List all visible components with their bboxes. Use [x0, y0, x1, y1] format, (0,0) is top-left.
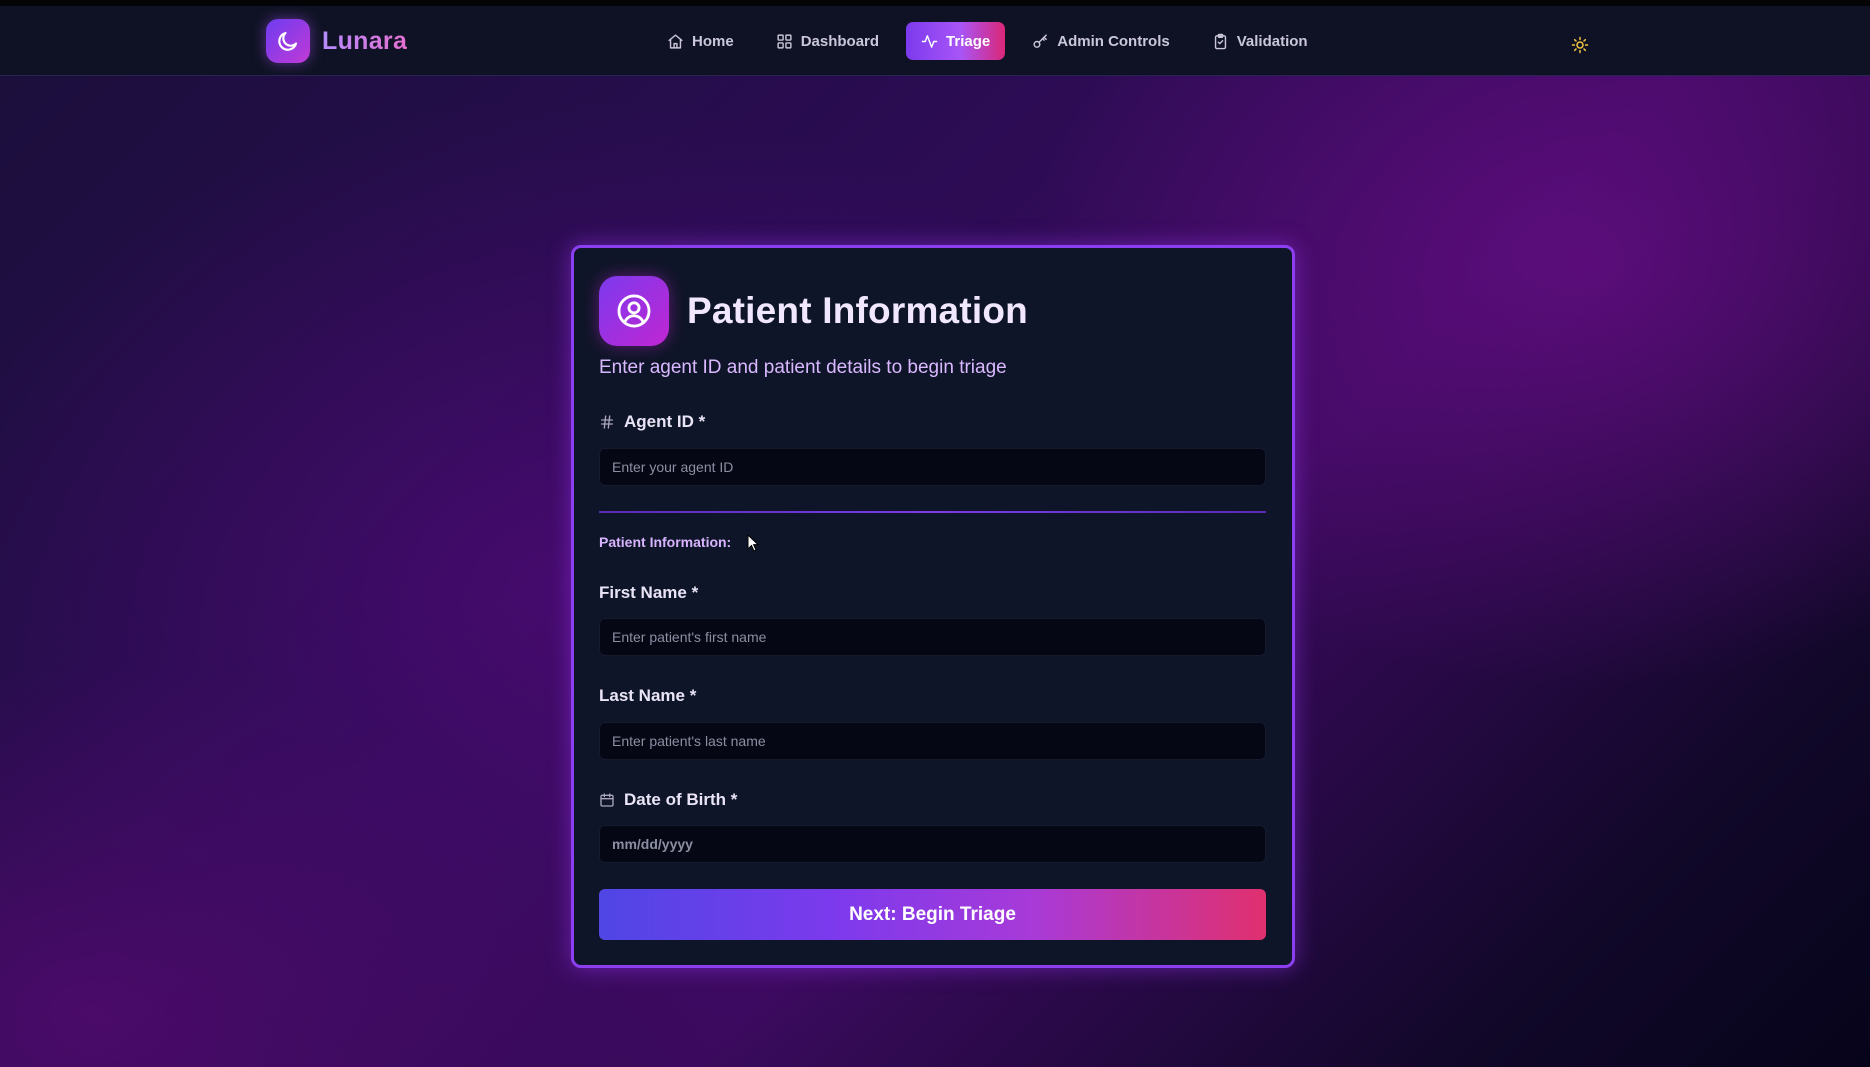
- first-name-label-text: First Name *: [599, 583, 699, 602]
- clipboard-check-icon: [1214, 33, 1226, 49]
- theme-toggle-button[interactable]: [1568, 33, 1592, 57]
- nav-item-label: Home: [692, 32, 734, 50]
- nav-menu: Home Dashboard Triage Admin Controls Val…: [652, 22, 1335, 60]
- nav-item-label: Admin Controls: [1057, 32, 1170, 50]
- first-name-input[interactable]: [599, 618, 1266, 656]
- dob-label: Date of Birth *: [599, 790, 737, 810]
- agent-id-label-text: Agent ID *: [624, 412, 706, 431]
- page-title: Patient Information: [687, 290, 1028, 331]
- activity-icon: [921, 34, 938, 48]
- last-name-label-text: Last Name *: [599, 686, 697, 705]
- calendar-icon: [600, 793, 614, 807]
- app-root: Lunara Home Dashboard Triage Admin Contr…: [0, 0, 1870, 1067]
- nav-item-dashboard[interactable]: Dashboard: [761, 22, 894, 60]
- nav-item-label: Dashboard: [800, 32, 880, 50]
- card-header: Patient Information: [599, 276, 1028, 346]
- dob-input[interactable]: [599, 825, 1266, 863]
- user-circle-icon: [599, 276, 669, 346]
- nav-item-home[interactable]: Home: [652, 22, 749, 60]
- moon-icon: [266, 19, 310, 63]
- hash-icon: [601, 415, 613, 429]
- first-name-label: First Name *: [599, 583, 698, 603]
- card-subtitle: Enter agent ID and patient details to be…: [599, 357, 1007, 378]
- last-name-label: Last Name *: [599, 686, 696, 706]
- brand-name: Lunara: [322, 26, 408, 55]
- nav-item-label: Triage: [946, 32, 991, 50]
- section-divider: [599, 511, 1266, 513]
- brand[interactable]: Lunara: [266, 19, 407, 63]
- dob-label-text: Date of Birth *: [624, 790, 738, 809]
- sun-icon: [1571, 36, 1589, 54]
- mouse-cursor-icon: [747, 534, 759, 552]
- nav-item-triage[interactable]: Triage: [906, 22, 1006, 60]
- last-name-input[interactable]: [599, 722, 1266, 760]
- navbar: Lunara Home Dashboard Triage Admin Contr…: [0, 6, 1870, 76]
- patient-section-label: Patient Information:: [599, 534, 732, 550]
- begin-triage-button[interactable]: Next: Begin Triage: [599, 889, 1266, 940]
- nav-item-validation[interactable]: Validation: [1197, 22, 1323, 60]
- patient-info-card: Patient Information Enter agent ID and p…: [571, 245, 1295, 968]
- nav-item-admin-controls[interactable]: Admin Controls: [1017, 22, 1185, 60]
- agent-id-label: Agent ID *: [599, 412, 705, 432]
- home-icon: [668, 33, 683, 49]
- key-icon: [1033, 33, 1048, 48]
- nav-item-label: Validation: [1236, 32, 1308, 50]
- dashboard-icon: [777, 33, 792, 49]
- agent-id-input[interactable]: [599, 448, 1266, 486]
